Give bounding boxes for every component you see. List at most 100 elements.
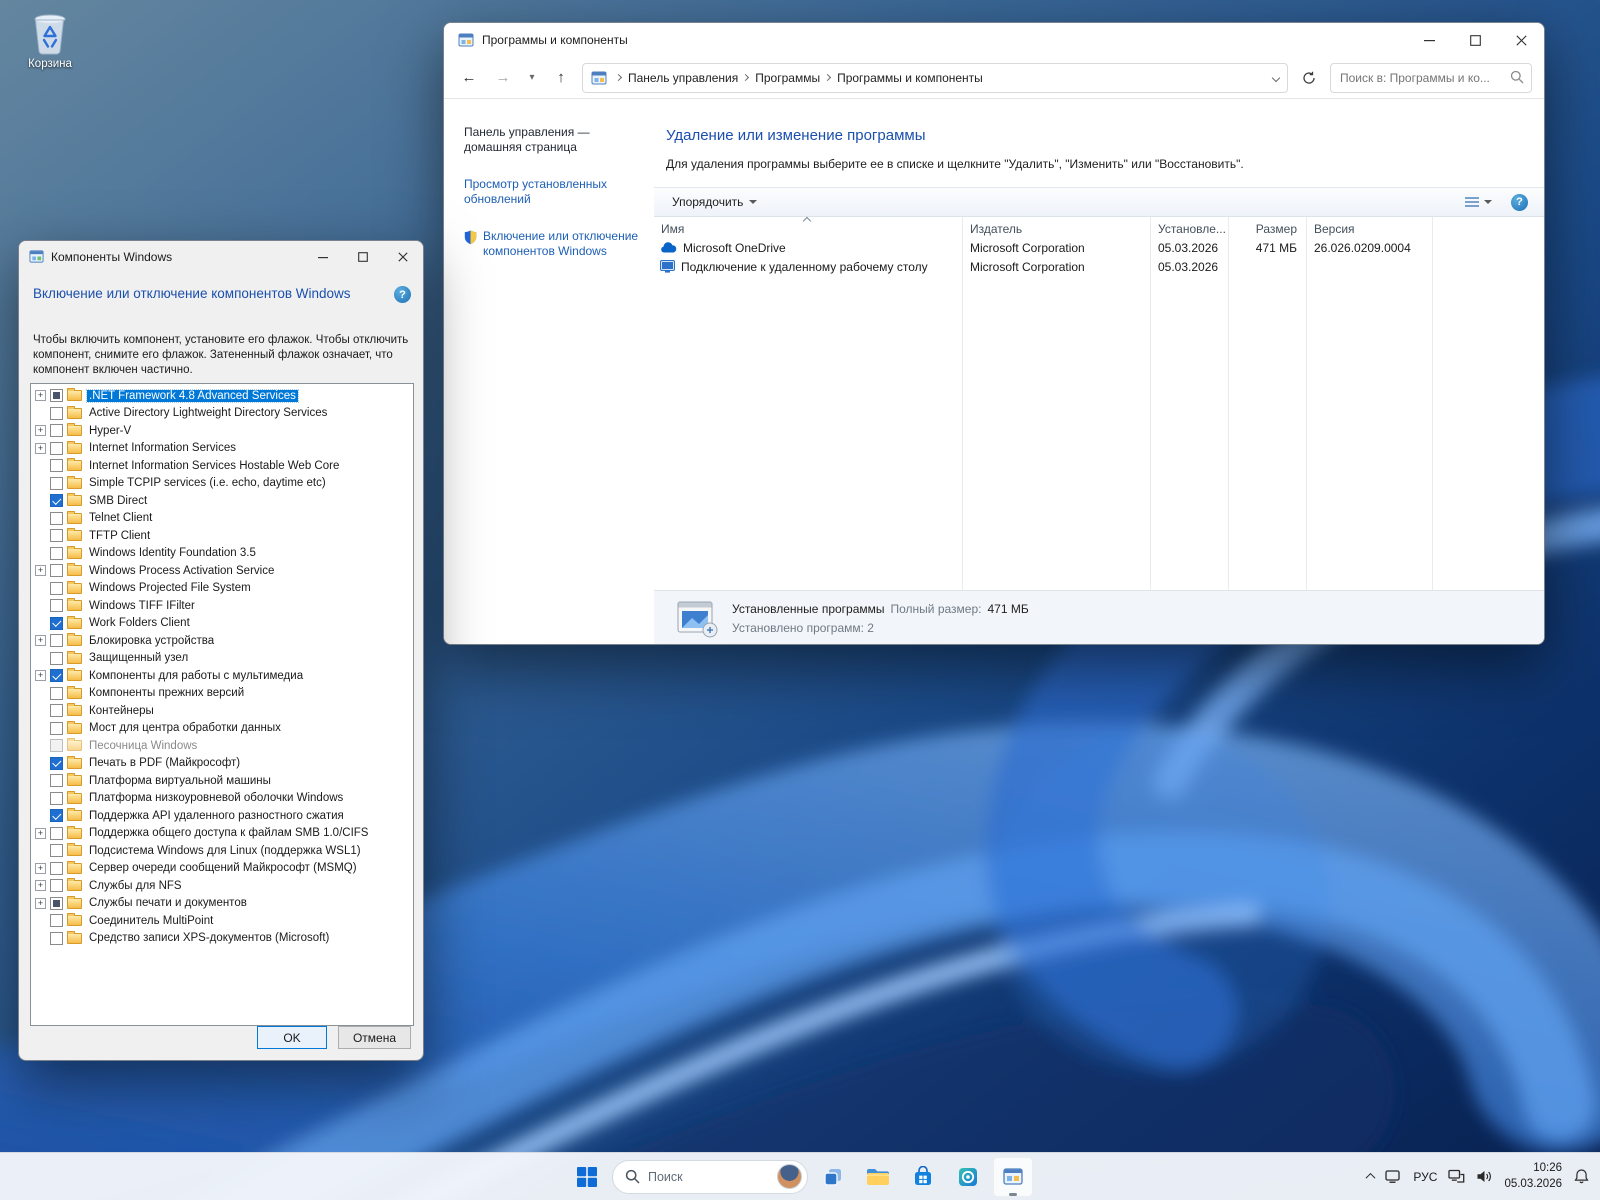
feature-checkbox[interactable] xyxy=(50,652,63,665)
column-header[interactable]: Имя xyxy=(654,217,962,238)
feature-item[interactable]: +Поддержка общего доступа к файлам SMB 1… xyxy=(31,825,413,843)
refresh-button[interactable] xyxy=(1296,65,1322,91)
minimize-button[interactable] xyxy=(303,241,343,272)
organize-button[interactable]: Упорядочить xyxy=(664,191,765,213)
feature-item[interactable]: SMB Direct xyxy=(31,492,413,510)
feature-checkbox[interactable] xyxy=(50,494,63,507)
file-explorer-button[interactable] xyxy=(858,1157,898,1197)
photos-app-button[interactable] xyxy=(948,1157,988,1197)
feature-item[interactable]: Подсистема Windows для Linux (поддержка … xyxy=(31,842,413,860)
recycle-bin[interactable]: Корзина xyxy=(12,10,88,70)
feature-checkbox[interactable] xyxy=(50,459,63,472)
feature-item[interactable]: Песочница Windows xyxy=(31,737,413,755)
address-bar[interactable]: Панель управления Программы Программы и ко… xyxy=(582,63,1288,93)
sidebar-item-windows-features[interactable]: Включение или отключение компонентов Win… xyxy=(464,229,646,259)
network-icon[interactable] xyxy=(1448,1169,1465,1184)
feature-item[interactable]: +Hyper-V xyxy=(31,422,413,440)
feature-item[interactable]: +Сервер очереди сообщений Майкрософт (MS… xyxy=(31,860,413,878)
feature-checkbox[interactable] xyxy=(50,617,63,630)
breadcrumb-item[interactable]: Программы и компоненты xyxy=(837,71,983,85)
feature-item[interactable]: Платформа низкоуровневой оболочки Window… xyxy=(31,790,413,808)
forward-button[interactable]: → xyxy=(490,65,516,91)
feature-checkbox[interactable] xyxy=(50,442,63,455)
feature-checkbox[interactable] xyxy=(50,862,63,875)
feature-item[interactable]: Telnet Client xyxy=(31,510,413,528)
feature-item[interactable]: Windows TIFF IFilter xyxy=(31,597,413,615)
feature-checkbox[interactable] xyxy=(50,564,63,577)
feature-item[interactable]: Мост для центра обработки данных xyxy=(31,720,413,738)
feature-item[interactable]: Поддержка API удаленного разностного сжа… xyxy=(31,807,413,825)
tray-app-icon[interactable] xyxy=(1385,1169,1402,1184)
ok-button[interactable]: OK xyxy=(257,1026,327,1049)
up-button[interactable]: ↑ xyxy=(548,65,574,91)
feature-checkbox[interactable] xyxy=(50,844,63,857)
feature-item[interactable]: Контейнеры xyxy=(31,702,413,720)
task-view-button[interactable] xyxy=(813,1157,853,1197)
feature-checkbox[interactable] xyxy=(50,407,63,420)
feature-checkbox[interactable] xyxy=(50,547,63,560)
minimize-button[interactable] xyxy=(1406,23,1452,57)
column-header[interactable]: Размер xyxy=(1228,217,1306,238)
feature-item[interactable]: +Службы печати и документов xyxy=(31,895,413,913)
cancel-button[interactable]: Отмена xyxy=(338,1026,411,1049)
expand-toggle-icon[interactable]: + xyxy=(35,565,46,576)
expand-toggle-icon[interactable]: + xyxy=(35,425,46,436)
close-button[interactable] xyxy=(1498,23,1544,57)
feature-item[interactable]: Печать в PDF (Майкрософт) xyxy=(31,755,413,773)
feature-checkbox[interactable] xyxy=(50,599,63,612)
feature-item[interactable]: Internet Information Services Hostable W… xyxy=(31,457,413,475)
expand-toggle-icon[interactable]: + xyxy=(35,863,46,874)
column-header[interactable]: Установле... xyxy=(1150,217,1228,238)
expand-toggle-icon[interactable]: + xyxy=(35,880,46,891)
breadcrumb-item[interactable]: Панель управления xyxy=(628,71,738,85)
programs-window-titlebar[interactable]: Программы и компоненты xyxy=(444,23,1544,57)
feature-checkbox[interactable] xyxy=(50,634,63,647)
column-header[interactable]: Версия xyxy=(1306,217,1432,238)
feature-item[interactable]: Windows Identity Foundation 3.5 xyxy=(31,545,413,563)
feature-checkbox[interactable] xyxy=(50,389,63,402)
feature-item[interactable]: +Службы для NFS xyxy=(31,877,413,895)
program-row[interactable]: Подключение к удаленному рабочему столуM… xyxy=(654,257,1544,276)
feature-item[interactable]: +Windows Process Activation Service xyxy=(31,562,413,580)
view-mode-button[interactable] xyxy=(1464,195,1492,209)
search-input[interactable] xyxy=(1330,63,1532,93)
feature-item[interactable]: Платформа виртуальной машины xyxy=(31,772,413,790)
feature-checkbox[interactable] xyxy=(50,914,63,927)
maximize-button[interactable] xyxy=(1452,23,1498,57)
search-box[interactable] xyxy=(1330,63,1532,93)
feature-item[interactable]: Windows Projected File System xyxy=(31,580,413,598)
feature-item[interactable]: Active Directory Lightweight Directory S… xyxy=(31,405,413,423)
feature-checkbox[interactable] xyxy=(50,477,63,490)
back-button[interactable]: ← xyxy=(456,65,482,91)
feature-item[interactable]: Защищенный узел xyxy=(31,650,413,668)
tray-clock[interactable]: 10:26 05.03.2026 xyxy=(1504,1161,1562,1192)
history-dropdown-icon[interactable]: ▾ xyxy=(524,65,540,91)
feature-checkbox[interactable] xyxy=(50,424,63,437)
feature-checkbox[interactable] xyxy=(50,704,63,717)
feature-checkbox[interactable] xyxy=(50,774,63,787)
feature-checkbox[interactable] xyxy=(50,687,63,700)
feature-checkbox[interactable] xyxy=(50,669,63,682)
feature-checkbox[interactable] xyxy=(50,827,63,840)
feature-item[interactable]: Соединитель MultiPoint xyxy=(31,912,413,930)
tray-chevron-up-icon[interactable] xyxy=(1367,1173,1374,1180)
feature-checkbox[interactable] xyxy=(50,932,63,945)
feature-item[interactable]: +Компоненты для работы с мультимедиа xyxy=(31,667,413,685)
expand-toggle-icon[interactable]: + xyxy=(35,670,46,681)
feature-item[interactable]: +Блокировка устройства xyxy=(31,632,413,650)
programs-app-button-active[interactable] xyxy=(993,1157,1033,1197)
breadcrumb-item[interactable]: Программы xyxy=(755,71,820,85)
feature-checkbox[interactable] xyxy=(50,512,63,525)
feature-checkbox[interactable] xyxy=(50,722,63,735)
expand-toggle-icon[interactable]: + xyxy=(35,828,46,839)
help-icon[interactable]: ? xyxy=(1511,194,1528,211)
sidebar-item-view-installed-updates[interactable]: Просмотр установленных обновлений xyxy=(464,177,646,207)
feature-item[interactable]: +.NET Framework 4.8 Advanced Services xyxy=(31,387,413,405)
feature-checkbox[interactable] xyxy=(50,529,63,542)
feature-checkbox[interactable] xyxy=(50,792,63,805)
sidebar-item-control-panel-home[interactable]: Панель управления — домашняя страница xyxy=(464,125,646,155)
features-window-titlebar[interactable]: Компоненты Windows xyxy=(19,241,423,272)
feature-item[interactable]: TFTP Client xyxy=(31,527,413,545)
program-row[interactable]: Microsoft OneDriveMicrosoft Corporation0… xyxy=(654,238,1544,257)
help-icon[interactable]: ? xyxy=(394,286,411,303)
